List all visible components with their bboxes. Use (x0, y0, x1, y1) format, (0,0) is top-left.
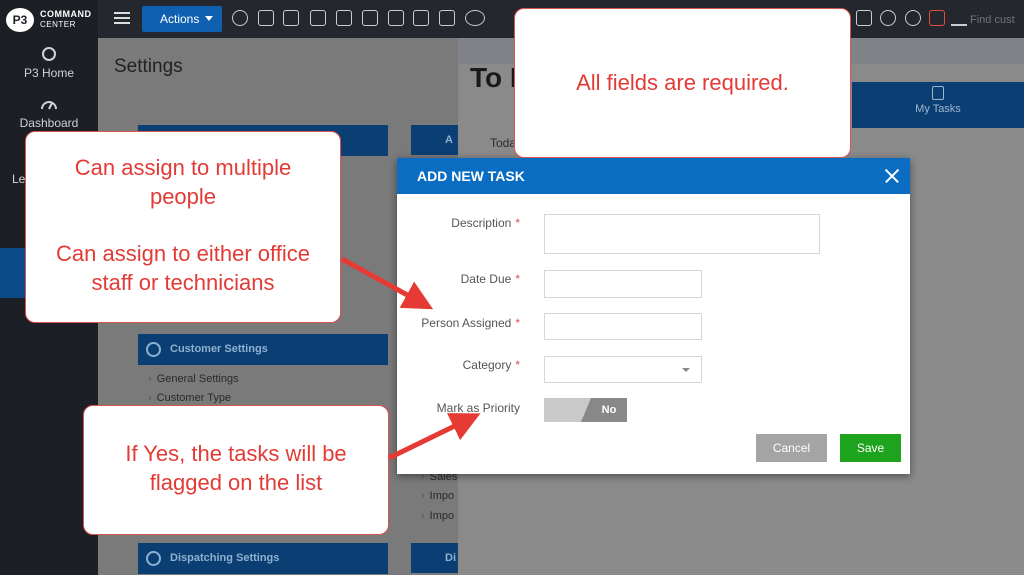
category-label: Category * (462, 358, 520, 372)
menu-icon[interactable] (114, 12, 130, 24)
gear-icon (146, 342, 161, 357)
section-title: A (445, 134, 453, 146)
settings-col2-footer: Di (411, 543, 458, 573)
section-title: Dispatching Settings (170, 552, 280, 564)
calendar-icon[interactable] (258, 10, 274, 26)
section-title: Di (445, 552, 456, 564)
add-document-icon[interactable] (388, 10, 404, 26)
close-icon[interactable] (880, 164, 904, 188)
bar-chart-icon[interactable] (439, 10, 455, 26)
modal-title: ADD NEW TASK (417, 168, 525, 184)
modal-header: ADD NEW TASK (397, 158, 910, 194)
upload-icon[interactable] (929, 10, 945, 26)
callout-text: If Yes, the tasks will be flagged on the… (125, 441, 347, 495)
logo-line-2: CENTER (40, 20, 76, 29)
link-import-1[interactable]: Impo (421, 490, 454, 502)
page-title: Settings (114, 56, 183, 77)
chevron-down-icon (205, 16, 213, 21)
esm-icon[interactable] (465, 10, 485, 26)
date-due-label: Date Due * (460, 272, 520, 286)
callout-priority: If Yes, the tasks will be flagged on the… (83, 405, 389, 535)
sidebar-item-label: Dashboard (19, 116, 79, 130)
save-button[interactable]: Save (840, 434, 901, 462)
logo-badge: P3 (6, 8, 34, 32)
logo-line-1: COMMAND (40, 9, 92, 19)
customer-settings-header: Customer Settings (138, 334, 388, 365)
app-logo[interactable]: P3 COMMAND CENTER (6, 6, 96, 34)
add-user-icon[interactable] (336, 10, 352, 26)
my-tasks-tab[interactable]: My Tasks (852, 82, 1024, 128)
link-customer-type[interactable]: Customer Type (148, 392, 231, 404)
gauge-icon (41, 101, 57, 110)
dispatching-settings-header: Dispatching Settings (138, 543, 388, 574)
clock-icon (146, 551, 161, 566)
description-input[interactable] (544, 214, 820, 254)
callout-text: Can assign to multiple people (74, 155, 292, 209)
sidebar-item-p3-home[interactable]: P3 Home (0, 46, 98, 80)
add-task-modal: ADD NEW TASK Description * Date Due * Pers… (397, 158, 910, 474)
user-search-icon[interactable] (283, 10, 299, 26)
sidebar-item-dashboard[interactable]: Dashboard (0, 96, 98, 130)
clipboard-icon (932, 86, 944, 100)
home-icon (42, 47, 56, 61)
todo-title: To I (470, 62, 518, 93)
priority-toggle[interactable]: No (544, 398, 627, 422)
find-customer-input[interactable] (970, 10, 1024, 30)
link-import-2[interactable]: Impo (421, 510, 454, 522)
sidebar-item-label: P3 Home (23, 66, 75, 80)
edit-icon[interactable] (951, 10, 967, 26)
priority-label: Mark as Priority (436, 401, 520, 415)
callout-assign: Can assign to multiple people Can assign… (25, 131, 341, 323)
toggle-value: No (601, 404, 617, 416)
settings-col2-header: A (411, 125, 458, 155)
date-due-input[interactable] (544, 270, 702, 298)
link-general-settings[interactable]: General Settings (148, 373, 239, 385)
help-icon[interactable] (232, 10, 248, 26)
copy-icon[interactable] (362, 10, 378, 26)
callout-text: All fields are required. (576, 70, 789, 95)
callout-required: All fields are required. (514, 8, 851, 158)
person-assigned-label: Person Assigned * (421, 316, 520, 330)
today-tab[interactable]: Toda (490, 136, 516, 150)
my-tasks-label: My Tasks (915, 103, 961, 115)
chat-icon[interactable] (880, 10, 896, 26)
person-assigned-input[interactable] (544, 313, 702, 340)
sidebar-item-label: Le (12, 172, 26, 186)
category-select[interactable] (544, 356, 702, 383)
search-list-icon[interactable] (310, 10, 326, 26)
add-invoice-icon[interactable] (413, 10, 429, 26)
clipboard-icon[interactable] (856, 10, 872, 26)
description-label: Description * (451, 216, 520, 230)
cancel-button[interactable]: Cancel (756, 434, 827, 462)
chevron-down-icon (682, 368, 690, 372)
callout-text: Can assign to either office staff or tec… (56, 241, 310, 295)
history-icon[interactable] (905, 10, 921, 26)
section-title: Customer Settings (170, 343, 268, 355)
